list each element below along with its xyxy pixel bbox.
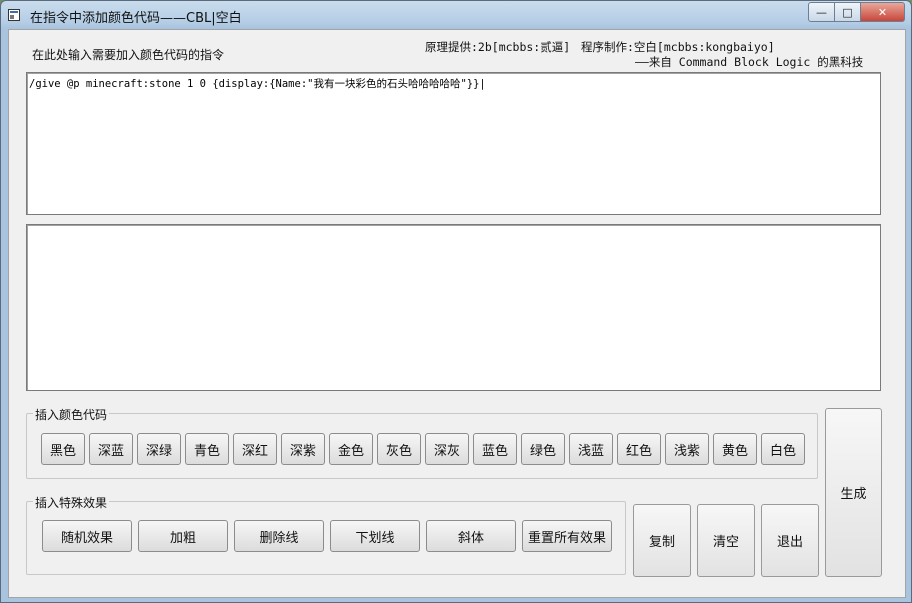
color-button[interactable]: 深紫 <box>281 433 325 465</box>
effect-button[interactable]: 斜体 <box>426 520 516 552</box>
color-button[interactable]: 黄色 <box>713 433 757 465</box>
color-button[interactable]: 金色 <box>329 433 373 465</box>
credits-principle: 原理提供:2b[mcbbs:贰逼] <box>425 40 571 54</box>
window-controls: — □ ✕ <box>808 2 905 22</box>
generate-label: 生成 <box>840 487 867 502</box>
color-button[interactable]: 红色 <box>617 433 661 465</box>
copy-button[interactable]: 复制 <box>633 504 691 577</box>
exit-label: 退出 <box>776 535 803 550</box>
color-button[interactable]: 青色 <box>185 433 229 465</box>
color-button[interactable]: 灰色 <box>377 433 421 465</box>
color-button[interactable]: 白色 <box>761 433 805 465</box>
title-bar[interactable]: 在指令中添加颜色代码——CBL|空白 — □ ✕ <box>1 1 911 29</box>
color-button[interactable]: 蓝色 <box>473 433 517 465</box>
close-button[interactable]: ✕ <box>861 2 905 22</box>
color-code-group: 插入颜色代码 黑色 深蓝 深绿 青色 深红 深紫 金色 灰色 深灰 蓝色 绿色 浅蓝 红色 浅紫 黄色 白色 <box>26 406 818 479</box>
color-button[interactable]: 浅蓝 <box>569 433 613 465</box>
effects-group: 插入特殊效果 随机效果 加粗 删除线 下划线 斜体 重置所有效果 <box>26 494 626 575</box>
result-output-text <box>27 225 880 231</box>
copy-label: 复制 <box>648 535 675 550</box>
color-button[interactable]: 深绿 <box>137 433 181 465</box>
instruction-label: 在此处输入需要加入颜色代码的指令 <box>32 48 225 62</box>
effect-button[interactable]: 删除线 <box>234 520 324 552</box>
clear-label: 清空 <box>712 535 739 550</box>
app-window: 在指令中添加颜色代码——CBL|空白 — □ ✕ 在此处输入需要加入颜色代码的指… <box>0 0 912 603</box>
generate-button[interactable]: 生成 <box>825 408 882 577</box>
credits-author: 程序制作:空白[mcbbs:kongbaiyo] <box>581 40 775 54</box>
clear-button[interactable]: 清空 <box>697 504 755 577</box>
effect-button[interactable]: 重置所有效果 <box>522 520 612 552</box>
color-button[interactable]: 绿色 <box>521 433 565 465</box>
color-code-legend: 插入颜色代码 <box>33 406 110 423</box>
exit-button[interactable]: 退出 <box>761 504 819 577</box>
effects-legend: 插入特殊效果 <box>33 494 110 511</box>
minimize-icon: — <box>816 5 827 19</box>
color-button[interactable]: 黑色 <box>41 433 85 465</box>
color-button[interactable]: 深红 <box>233 433 277 465</box>
window-title: 在指令中添加颜色代码——CBL|空白 <box>30 11 242 26</box>
color-button[interactable]: 深灰 <box>425 433 469 465</box>
command-input[interactable]: /give @p minecraft:stone 1 0 {display:{N… <box>26 72 881 215</box>
app-icon <box>8 9 20 21</box>
effect-button[interactable]: 下划线 <box>330 520 420 552</box>
effect-button[interactable]: 加粗 <box>138 520 228 552</box>
minimize-button[interactable]: — <box>808 2 835 22</box>
effect-button[interactable]: 随机效果 <box>42 520 132 552</box>
maximize-icon: □ <box>842 5 853 19</box>
client-area: 在此处输入需要加入颜色代码的指令 原理提供:2b[mcbbs:贰逼] 程序制作:… <box>8 29 906 598</box>
color-button[interactable]: 深蓝 <box>89 433 133 465</box>
credits-source: ——来自 Command Block Logic 的黑科技 <box>635 55 864 69</box>
close-icon: ✕ <box>877 5 888 19</box>
maximize-button[interactable]: □ <box>835 2 861 22</box>
command-input-text: /give @p minecraft:stone 1 0 {display:{N… <box>29 78 486 90</box>
result-output[interactable] <box>26 224 881 391</box>
color-button[interactable]: 浅紫 <box>665 433 709 465</box>
